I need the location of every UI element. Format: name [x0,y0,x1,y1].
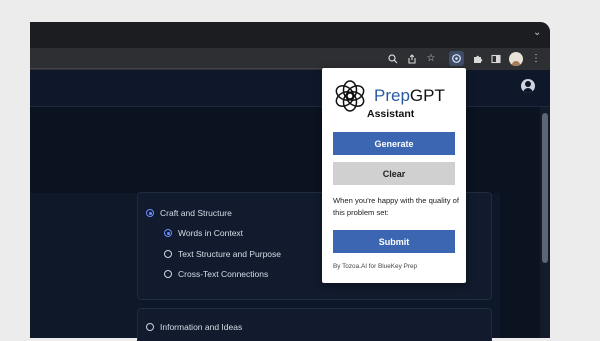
radio-unchecked-icon[interactable] [146,323,154,331]
option-label: Craft and Structure [160,208,232,218]
brand-subtitle: Assistant [367,108,415,120]
brand-prep: Prep [374,86,410,105]
option-label: Text Structure and Purpose [178,249,282,259]
extension-active-icon[interactable] [449,51,464,66]
menu-icon[interactable]: ⋮ [529,52,543,66]
scrollbar-thumb[interactable] [542,113,548,263]
submit-button[interactable]: Submit [333,230,455,253]
profile-avatar[interactable] [509,52,523,66]
tab-strip: ⌄ [30,22,550,48]
clear-button[interactable]: Clear [333,162,455,185]
prepgpt-popup: PrepGPT Assistant Generate Clear When yo… [322,68,466,283]
sidepanel-icon[interactable] [489,52,503,66]
puzzle-icon[interactable] [471,52,485,66]
radio-unchecked-icon[interactable] [164,270,172,278]
generate-button[interactable]: Generate [333,132,455,155]
radio-unchecked-icon[interactable] [164,250,172,258]
radio-checked-icon[interactable] [146,209,154,217]
option-information-and-ideas[interactable]: Information and Ideas [146,322,242,332]
brand-title: PrepGPT [374,86,445,106]
option-label: Information and Ideas [160,322,243,332]
user-avatar-icon[interactable] [521,79,535,93]
option-text-structure-purpose[interactable]: Text Structure and Purpose [164,249,281,259]
submit-instructions: When you're happy with the quality of th… [333,196,459,217]
radio-checked-icon[interactable] [164,229,172,237]
option-craft-and-structure[interactable]: Craft and Structure [146,208,232,218]
browser-toolbar: ☆ ⋮ [30,48,550,70]
brand-gpt: GPT [409,86,445,105]
star-icon[interactable]: ☆ [424,52,438,66]
popup-footer: By Tozoa.AI for BlueKey Prep [333,263,418,270]
tab-search-chevron-icon[interactable]: ⌄ [533,28,541,38]
share-icon[interactable] [405,52,419,66]
page-header [30,70,550,107]
option-words-in-context[interactable]: Words in Context [164,228,243,238]
option-label: Cross-Text Connections [178,269,269,279]
zoom-icon[interactable] [386,52,400,66]
option-label: Words in Context [178,228,244,238]
option-cross-text-connections[interactable]: Cross-Text Connections [164,269,268,279]
scrollbar[interactable] [540,107,550,338]
prepgpt-logo-icon [335,80,365,112]
